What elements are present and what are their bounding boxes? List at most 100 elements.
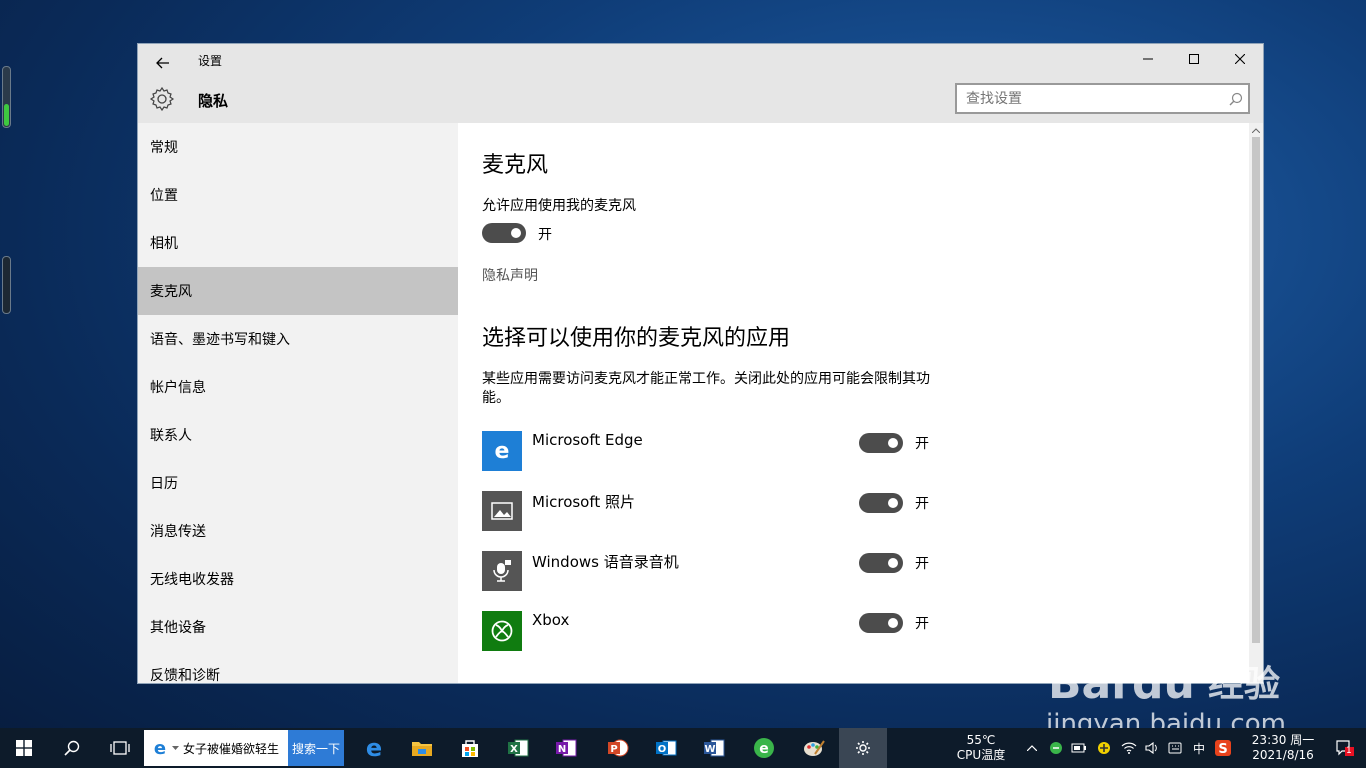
taskbar-app-word[interactable]: W bbox=[690, 728, 738, 768]
ime-mode[interactable]: 中 bbox=[1188, 728, 1210, 768]
close-button[interactable] bbox=[1217, 44, 1263, 74]
outlook-icon: O bbox=[656, 740, 677, 756]
section-title: 隐私 bbox=[198, 92, 229, 110]
taskbar-app-outlook[interactable]: O bbox=[642, 728, 690, 768]
green-browser-icon: e bbox=[754, 738, 774, 758]
battery-icon bbox=[1071, 743, 1086, 753]
sidebar-item-microphone[interactable]: 麦克风 bbox=[138, 267, 458, 315]
app-toggle-state: 开 bbox=[915, 616, 929, 632]
taskbar-app-browser[interactable]: e bbox=[740, 728, 788, 768]
taskbar-search-button[interactable] bbox=[48, 728, 96, 768]
keyboard-icon bbox=[1168, 742, 1182, 754]
taskbar: e 女子被催婚欲轻生 搜索一下 e X N P O W e 55℃ CPU温度 bbox=[0, 728, 1366, 768]
sidebar-item-camera[interactable]: 相机 bbox=[138, 219, 458, 267]
title-bar: 设置 隐私 bbox=[138, 44, 1263, 123]
settings-search[interactable] bbox=[955, 83, 1250, 114]
app-toggle-xbox[interactable] bbox=[859, 613, 903, 633]
app-toggle-state: 开 bbox=[915, 556, 929, 572]
cpu-temperature: 55℃ CPU温度 bbox=[948, 728, 1014, 768]
store-icon bbox=[462, 740, 478, 757]
app-toggle-edge[interactable] bbox=[859, 433, 903, 453]
taskbar-app-onenote[interactable]: N bbox=[542, 728, 590, 768]
content-pane: 麦克风 允许应用使用我的麦克风 开 隐私声明 选择可以使用你的麦克风的应用 某些… bbox=[458, 123, 1251, 683]
svg-text:W: W bbox=[704, 744, 715, 755]
battery-button[interactable] bbox=[1068, 728, 1090, 768]
app-toggle-voice-recorder[interactable] bbox=[859, 553, 903, 573]
settings-window: 设置 隐私 常规 位置 相机 麦克风 语音、墨迹书写 bbox=[137, 43, 1264, 684]
maximize-icon bbox=[1189, 54, 1199, 64]
allow-label: 允许应用使用我的麦克风 bbox=[482, 198, 636, 214]
sidebar-item-general[interactable]: 常规 bbox=[138, 123, 458, 171]
app-name: Microsoft 照片 bbox=[532, 493, 636, 511]
app-toggle-photos[interactable] bbox=[859, 493, 903, 513]
search-icon[interactable] bbox=[1224, 87, 1248, 111]
start-button[interactable] bbox=[0, 728, 48, 768]
app-toggle-state: 开 bbox=[915, 496, 929, 512]
taskbar-app-paint[interactable] bbox=[790, 728, 838, 768]
sidebar-item-feedback[interactable]: 反馈和诊断 bbox=[138, 651, 458, 683]
volume-button[interactable] bbox=[1142, 728, 1162, 768]
tray-app-1[interactable] bbox=[1046, 728, 1066, 768]
clock-time: 23:30 周一 bbox=[1251, 733, 1315, 747]
gear-icon bbox=[149, 86, 175, 112]
search-go-button[interactable]: 搜索一下 bbox=[288, 730, 344, 766]
yellow-plus-icon bbox=[1098, 742, 1110, 754]
show-hidden-icons-button[interactable] bbox=[1022, 728, 1042, 768]
action-center-button[interactable]: 1 bbox=[1330, 728, 1360, 768]
svg-text:e: e bbox=[366, 736, 382, 760]
sidebar-item-contacts[interactable]: 联系人 bbox=[138, 411, 458, 459]
sidebar-item-radios[interactable]: 无线电收发器 bbox=[138, 555, 458, 603]
folder-icon bbox=[412, 742, 432, 756]
svg-text:X: X bbox=[510, 744, 518, 755]
clock[interactable]: 23:30 周一 2021/8/16 bbox=[1244, 728, 1322, 768]
taskbar-web-search[interactable]: e 女子被催婚欲轻生 搜索一下 bbox=[144, 730, 344, 766]
taskbar-app-powerpoint[interactable]: P bbox=[594, 728, 642, 768]
scrollbar-thumb[interactable] bbox=[1252, 137, 1260, 643]
tray-app-2[interactable] bbox=[1094, 728, 1114, 768]
app-row-photos: Microsoft 照片 开 bbox=[482, 491, 942, 531]
scroll-up-icon[interactable] bbox=[1249, 123, 1263, 137]
dropdown-arrow-icon bbox=[172, 745, 179, 750]
sidebar-item-messaging[interactable]: 消息传送 bbox=[138, 507, 458, 555]
apps-description: 某些应用需要访问麦克风才能正常工作。关闭此处的应用可能会限制其功能。 bbox=[482, 371, 930, 406]
svg-text:N: N bbox=[558, 744, 566, 755]
taskbar-app-explorer[interactable] bbox=[398, 728, 446, 768]
task-view-button[interactable] bbox=[96, 728, 144, 768]
apps-heading: 选择可以使用你的麦克风的应用 bbox=[482, 326, 791, 351]
notification-icon bbox=[1336, 740, 1354, 756]
taskbar-app-edge[interactable]: e bbox=[350, 728, 398, 768]
page-title: 麦克风 bbox=[482, 153, 549, 178]
allow-microphone-toggle[interactable] bbox=[482, 223, 526, 243]
green-circle-icon bbox=[1050, 742, 1062, 754]
sidebar-item-location[interactable]: 位置 bbox=[138, 171, 458, 219]
app-name: Microsoft Edge bbox=[532, 431, 643, 449]
back-button[interactable] bbox=[150, 50, 176, 76]
search-input[interactable] bbox=[957, 85, 1224, 112]
svg-text:e: e bbox=[759, 741, 769, 757]
taskbar-app-settings[interactable] bbox=[839, 728, 887, 768]
speaker-icon bbox=[1145, 742, 1157, 754]
edge-icon: e bbox=[366, 736, 382, 760]
keyboard-button[interactable] bbox=[1164, 728, 1186, 768]
sidebar-item-calendar[interactable]: 日历 bbox=[138, 459, 458, 507]
minimize-button[interactable] bbox=[1125, 44, 1171, 74]
sidebar-item-speech-inking[interactable]: 语音、墨迹书写和键入 bbox=[138, 315, 458, 363]
sidebar-item-account-info[interactable]: 帐户信息 bbox=[138, 363, 458, 411]
taskbar-app-store[interactable] bbox=[446, 728, 494, 768]
search-suggestion[interactable]: 女子被催婚欲轻生 bbox=[183, 740, 288, 757]
sidebar-item-other-devices[interactable]: 其他设备 bbox=[138, 603, 458, 651]
sogou-ime-button[interactable]: S bbox=[1212, 728, 1234, 768]
maximize-button[interactable] bbox=[1171, 44, 1217, 74]
app-name: Windows 语音录音机 bbox=[532, 553, 679, 571]
content-scrollbar[interactable] bbox=[1249, 123, 1263, 683]
privacy-statement-link[interactable]: 隐私声明 bbox=[482, 265, 538, 285]
desktop-gadget-bar bbox=[2, 256, 11, 314]
chevron-up-icon bbox=[1027, 745, 1037, 751]
taskbar-app-excel[interactable]: X bbox=[494, 728, 542, 768]
network-button[interactable] bbox=[1118, 728, 1140, 768]
photos-icon bbox=[482, 491, 522, 531]
edge-icon: e bbox=[482, 431, 522, 471]
voice-recorder-icon bbox=[482, 551, 522, 591]
sogou-icon: S bbox=[1215, 740, 1231, 756]
excel-icon: X bbox=[508, 739, 529, 757]
